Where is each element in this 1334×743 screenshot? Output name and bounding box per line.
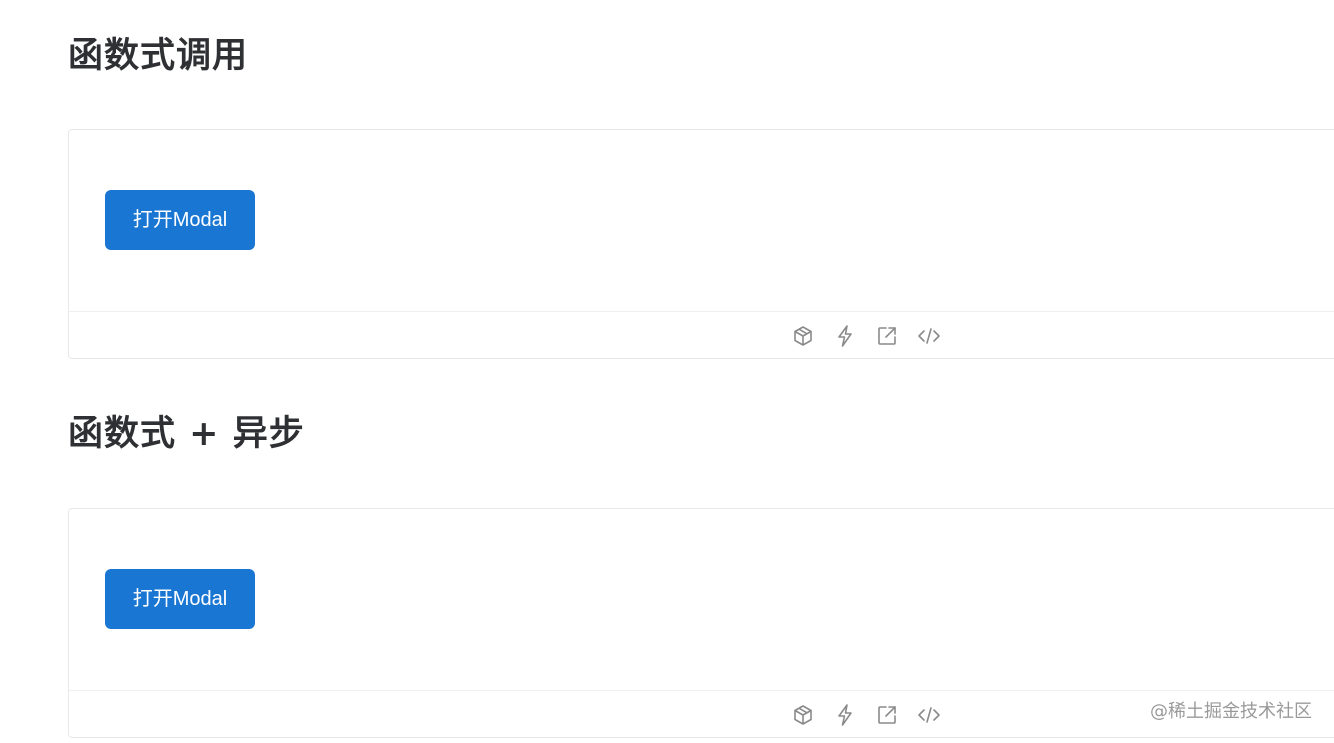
demo-preview: 打开Modal — [69, 509, 1334, 691]
lightning-icon[interactable] — [833, 324, 857, 348]
section-title: 函数式 + 异步 — [68, 414, 305, 454]
demo-card: 打开Modal — [68, 508, 1334, 738]
code-icon[interactable] — [917, 703, 941, 727]
section-title: 函数式调用 — [68, 36, 249, 76]
demo-actions-toolbar — [69, 311, 1334, 359]
external-link-icon[interactable] — [875, 703, 899, 727]
cube-icon[interactable] — [791, 324, 815, 348]
open-modal-button[interactable]: 打开Modal — [105, 190, 255, 250]
code-icon[interactable] — [917, 324, 941, 348]
open-modal-button[interactable]: 打开Modal — [105, 569, 255, 629]
cube-icon[interactable] — [791, 703, 815, 727]
external-link-icon[interactable] — [875, 324, 899, 348]
watermark: @稀土掘金技术社区 — [1150, 701, 1312, 722]
lightning-icon[interactable] — [833, 703, 857, 727]
demo-preview: 打开Modal — [69, 130, 1334, 312]
demo-actions-toolbar — [69, 690, 1334, 738]
demo-card: 打开Modal — [68, 129, 1334, 359]
